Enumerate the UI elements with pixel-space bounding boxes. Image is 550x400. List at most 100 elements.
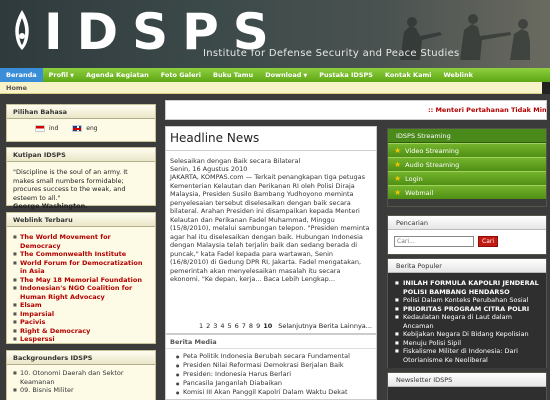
popular-item[interactable]: INILAH FORMULA KAPOLRI JENDERAL POLISI B… — [394, 279, 542, 296]
berita-item[interactable]: Komisi III Akan Panggil Kapolri Dalam Wa… — [174, 388, 372, 397]
nav-item-label: Profil — [48, 71, 69, 79]
popular-item[interactable]: Fiskalisme Militer di Indonesia: Dari Ot… — [394, 347, 542, 364]
stream-link-label: Login — [405, 174, 423, 183]
popular-panel: Berita Populer INILAH FORMULA KAPOLRI JE… — [387, 258, 547, 368]
language-label: eng — [86, 125, 98, 132]
streaming-panel: IDSPS Streaming ★ Video Streaming ★ Audio … — [387, 128, 547, 207]
stream-link-label: Audio Streaming — [405, 160, 460, 169]
stream-link-video[interactable]: ★ Video Streaming — [388, 143, 546, 157]
panel-title: Kutipan IDSPS — [7, 148, 155, 162]
weblink-item[interactable]: Elsam — [13, 301, 151, 310]
weblink-item[interactable]: Pacivis — [13, 318, 151, 327]
main-nav: Beranda Profil ▼ Agenda Kegiatan Foto Gal… — [0, 68, 550, 82]
page-link[interactable]: 6 — [235, 322, 239, 330]
headline-panel: Headline News Selesaikan dengan Baik sec… — [165, 126, 377, 334]
nav-item-kontak[interactable]: Kontak Kami — [379, 68, 438, 82]
search-button[interactable]: Cari — [478, 236, 498, 247]
page-link[interactable]: 8 — [249, 322, 253, 330]
more-news-link[interactable]: Selanjutnya Berita Lainnya... — [278, 322, 372, 330]
nav-item-buku-tamu[interactable]: Buku Tamu — [207, 68, 259, 82]
breadcrumb: Home — [0, 82, 550, 94]
popular-item[interactable]: Menuju Polisi Sipil — [394, 339, 542, 348]
weblink-item[interactable]: Right & Democracy — [13, 327, 151, 336]
stream-link-audio[interactable]: ★ Audio Streaming — [388, 157, 546, 171]
ticker-text: :: Menteri Pertahanan Tidak Min — [428, 106, 547, 114]
panel-title: Weblink Terbaru — [7, 213, 155, 227]
star-icon: ★ — [394, 145, 402, 155]
popular-item[interactable]: PRIORITAS PROGRAM CITRA POLRI — [394, 305, 542, 314]
page-link-current[interactable]: 10 — [263, 322, 272, 330]
star-icon: ★ — [394, 173, 402, 183]
backgrounder-item[interactable]: 10. Otonomi Daerah dan Sektor Keamanan — [13, 369, 151, 386]
backgrounders-panel: Backgrounders IDSPS 10. Otonomi Daerah d… — [6, 350, 156, 400]
page-link[interactable]: 4 — [220, 322, 224, 330]
panel-title: Backgrounders IDSPS — [7, 351, 155, 365]
search-row: Cari — [388, 230, 546, 253]
dropdown-arrow-icon: ▼ — [303, 73, 308, 79]
nav-item-weblink[interactable]: Weblink — [437, 68, 478, 82]
page-link[interactable]: 3 — [213, 322, 217, 330]
article-body: JAKARTA, KOMPAS.com — Terkait penangkapa… — [170, 173, 370, 283]
nav-item-label: Weblink — [443, 71, 473, 79]
page-link[interactable]: 5 — [228, 322, 232, 330]
star-icon: ★ — [394, 159, 402, 169]
nav-item-beranda[interactable]: Beranda — [0, 68, 43, 82]
weblink-item[interactable]: Imparsial — [13, 310, 151, 319]
breadcrumb-home[interactable]: Home — [6, 82, 27, 94]
ticker-headline[interactable]: Menteri Pertahanan Tidak Min — [435, 106, 546, 114]
quote-panel: Kutipan IDSPS "Discipline is the soul of… — [6, 147, 156, 210]
nav-item-download[interactable]: Download ▼ — [259, 68, 313, 82]
berita-list: Peta Politik Indonesia Berubah secara Fu… — [166, 349, 376, 397]
nav-item-agenda[interactable]: Agenda Kegiatan — [80, 68, 155, 82]
page-link[interactable]: 2 — [206, 322, 210, 330]
newsletter-panel: Newsletter IDSPS — [387, 372, 547, 400]
panel-title: Pencarian — [388, 216, 546, 230]
berita-item[interactable]: Pancasila Janganlah Diabaikan — [174, 379, 372, 388]
uk-flag-icon — [72, 125, 83, 132]
nav-item-profil[interactable]: Profil ▼ — [43, 68, 80, 82]
weblink-list: The World Movement for Democracy The Com… — [7, 227, 155, 344]
popular-item[interactable]: Kedaulatan Negara di Laut dalam Ancaman — [394, 313, 542, 330]
berita-media-panel: Berita Media Peta Politik Indonesia Beru… — [165, 334, 377, 400]
berita-item[interactable]: Presiden: Indonesia Harus Berlari — [174, 370, 372, 379]
site-tagline: Institute for Defense Security and Peace… — [203, 48, 460, 59]
weblink-item[interactable]: The World Movement for Democracy — [13, 233, 151, 250]
quote-author: George Washington. — [13, 202, 88, 210]
page-link[interactable]: 9 — [256, 322, 260, 330]
panel-title: IDSPS Streaming — [388, 129, 546, 143]
nav-item-pustaka[interactable]: Pustaka IDSPS — [313, 68, 379, 82]
backgrounder-list: 10. Otonomi Daerah dan Sektor Keamanan 0… — [7, 365, 155, 395]
headline-pager: 1 2 3 4 5 6 7 8 9 10 Selanjutnya Berita … — [165, 320, 377, 332]
popular-item[interactable]: Kebijakan Negara Di Bidang Kepolisian — [394, 330, 542, 339]
stream-link-login[interactable]: ★ Login — [388, 171, 546, 185]
popular-item[interactable]: Polisi Dalam Konteks Perubahan Sosial — [394, 296, 542, 305]
stream-link-label: Video Streaming — [405, 146, 460, 155]
indonesia-flag-icon — [35, 125, 45, 132]
berita-item[interactable]: Peta Politik Indonesia Berubah secara Fu… — [174, 352, 372, 361]
weblinks-panel: Weblink Terbaru The World Movement for D… — [6, 212, 156, 344]
nav-item-label: Foto Galeri — [160, 71, 201, 79]
weblink-item[interactable]: Lesperssi — [13, 335, 151, 344]
weblink-item[interactable]: World Forum for Democratization in Asia — [13, 259, 151, 276]
article-title[interactable]: Selesaikan dengan Baik secara Bilateral — [166, 157, 376, 165]
backgrounder-item[interactable]: 09. Bisnis Militer — [13, 386, 151, 395]
weblink-item[interactable]: The Commonwealth Institute — [13, 250, 151, 259]
news-ticker[interactable]: :: Menteri Pertahanan Tidak Min — [165, 100, 547, 120]
language-option-ind[interactable]: ind — [35, 125, 58, 132]
berita-item[interactable]: Presiden Nilai Reformasi Demokrasi Berja… — [174, 361, 372, 370]
popular-list: INILAH FORMULA KAPOLRI JENDERAL POLISI B… — [388, 273, 546, 368]
panel-title: Berita Media — [166, 335, 376, 349]
site-header: IDSPS Institute for Defense Security and… — [0, 0, 550, 68]
panel-title: Pilihan Bahasa — [7, 105, 155, 119]
panel-title: Newsletter IDSPS — [388, 373, 546, 387]
nav-item-label: Beranda — [6, 71, 37, 79]
stream-link-webmail[interactable]: ★ Webmail — [388, 185, 546, 199]
weblink-item[interactable]: Indonesian's NGO Coalition for Human Rig… — [13, 284, 151, 301]
language-option-eng[interactable]: eng — [72, 125, 98, 132]
search-input[interactable] — [394, 236, 474, 247]
language-options: ind eng — [7, 119, 155, 132]
page-link[interactable]: 7 — [242, 322, 246, 330]
nav-item-foto-galeri[interactable]: Foto Galeri — [155, 68, 207, 82]
page-link[interactable]: 1 — [199, 322, 203, 330]
weblink-item[interactable]: The May 18 Memorial Foundation — [13, 276, 151, 285]
